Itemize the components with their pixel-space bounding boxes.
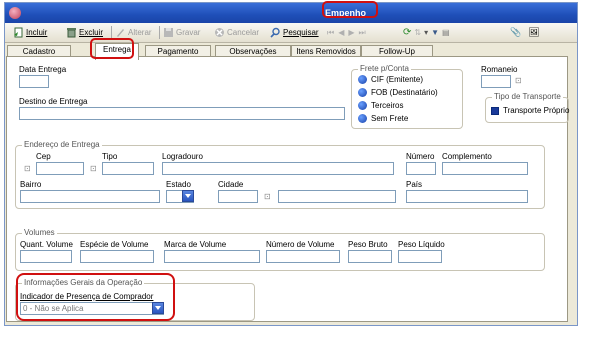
estado-label: Estado bbox=[166, 180, 191, 189]
record-navigation: ⏮ ◀ ▶ ⏭ bbox=[327, 26, 366, 39]
numero-volume-label: Número de Volume bbox=[266, 240, 335, 249]
tipo-input[interactable] bbox=[102, 162, 154, 175]
cancelar-button[interactable]: Cancelar bbox=[214, 26, 259, 39]
search-icon bbox=[270, 27, 280, 38]
endereco-legend: Endereço de Entrega bbox=[22, 140, 102, 149]
next-record-icon[interactable]: ▶ bbox=[348, 28, 354, 37]
paperclip-icon[interactable]: 📎 bbox=[510, 27, 521, 38]
numero-volume-input[interactable] bbox=[266, 250, 340, 263]
peso-bruto-input[interactable] bbox=[348, 250, 392, 263]
previous-record-icon[interactable]: ◀ bbox=[338, 28, 344, 37]
lookup-icon[interactable]: ⊡ bbox=[264, 192, 274, 202]
cidade-label: Cidade bbox=[218, 180, 244, 189]
endereco-group: Endereço de Entrega Cep ⊡ Tipo ⊡ Logrado… bbox=[15, 140, 545, 209]
marca-volume-label: Marca de Volume bbox=[164, 240, 227, 249]
cancel-icon bbox=[215, 28, 224, 37]
last-record-icon[interactable]: ⏭ bbox=[359, 28, 366, 38]
romaneio-input[interactable] bbox=[481, 75, 511, 88]
transporte-group: Tipo de Transporte Transporte Próprio bbox=[485, 92, 569, 123]
destino-label: Destino de Entrega bbox=[19, 97, 88, 106]
checkbox-icon bbox=[491, 106, 499, 115]
peso-bruto-label: Peso Bruto bbox=[348, 240, 388, 249]
pais-label: País bbox=[406, 180, 423, 189]
logradouro-input[interactable] bbox=[162, 162, 394, 175]
tipo-label: Tipo bbox=[102, 152, 118, 161]
volumes-legend: Volumes bbox=[22, 228, 57, 237]
especie-volume-label: Espécie de Volume bbox=[80, 240, 149, 249]
filter-icon[interactable]: ▼ bbox=[431, 28, 439, 37]
gravar-button[interactable]: Gravar bbox=[163, 26, 200, 39]
data-entrega-input[interactable] bbox=[19, 75, 49, 88]
lookup-icon[interactable]: ⊡ bbox=[515, 76, 525, 86]
frete-group: Frete p/Conta CIF (Emitente) FOB (Destin… bbox=[351, 64, 463, 129]
peso-liquido-label: Peso Líquido bbox=[398, 240, 445, 249]
frete-option-fob[interactable]: FOB (Destinatário) bbox=[358, 88, 438, 97]
radio-icon bbox=[358, 114, 367, 123]
logradouro-label: Logradouro bbox=[162, 152, 203, 161]
radio-icon bbox=[358, 88, 367, 97]
especie-volume-input[interactable] bbox=[80, 250, 154, 263]
attachment-tools: 📎 🖼 bbox=[510, 26, 540, 39]
chevron-down-icon[interactable] bbox=[182, 190, 194, 202]
tab-highlight bbox=[90, 38, 134, 59]
volumes-group: Volumes Quant. Volume Espécie de Volume … bbox=[15, 228, 545, 271]
complemento-input[interactable] bbox=[442, 162, 528, 175]
numero-input[interactable] bbox=[406, 162, 436, 175]
cep-input[interactable] bbox=[36, 162, 84, 175]
operacao-highlight bbox=[16, 273, 175, 321]
quant-volume-input[interactable] bbox=[20, 250, 72, 263]
romaneio-label: Romaneio bbox=[481, 65, 518, 74]
cep-label: Cep bbox=[36, 152, 51, 161]
print-icon[interactable]: ▤ bbox=[442, 28, 450, 37]
sort-icon[interactable]: ⇅ bbox=[414, 28, 421, 37]
transporte-legend: Tipo de Transporte bbox=[492, 92, 563, 101]
frete-option-terceiros[interactable]: Terceiros bbox=[358, 101, 403, 110]
image-icon[interactable]: 🖼 bbox=[528, 27, 539, 38]
refresh-icon[interactable]: ⟳ bbox=[403, 27, 411, 38]
frete-legend: Frete p/Conta bbox=[358, 64, 411, 73]
trash-icon bbox=[67, 28, 76, 38]
marca-volume-input[interactable] bbox=[164, 250, 260, 263]
pesquisar-button[interactable]: Pesquisar bbox=[270, 26, 319, 39]
lookup-icon[interactable]: ⊡ bbox=[24, 164, 34, 174]
save-icon bbox=[164, 28, 173, 37]
destino-input[interactable] bbox=[19, 107, 345, 120]
first-record-icon[interactable]: ⏮ bbox=[327, 28, 334, 38]
title-bar: Empenho bbox=[5, 3, 577, 23]
pais-input[interactable] bbox=[406, 190, 528, 203]
frete-option-sem-frete[interactable]: Sem Frete bbox=[358, 114, 408, 123]
app-icon bbox=[9, 7, 21, 19]
bairro-input[interactable] bbox=[20, 190, 160, 203]
peso-liquido-input[interactable] bbox=[398, 250, 442, 263]
lookup-icon[interactable]: ⊡ bbox=[90, 164, 100, 174]
complemento-label: Complemento bbox=[442, 152, 492, 161]
cidade-codigo-input[interactable] bbox=[218, 190, 258, 203]
radio-icon bbox=[358, 75, 367, 84]
data-entrega-label: Data Entrega bbox=[19, 65, 67, 74]
transporte-proprio-checkbox[interactable]: Transporte Próprio bbox=[491, 106, 569, 115]
bairro-label: Bairro bbox=[20, 180, 42, 189]
quant-volume-label: Quant. Volume bbox=[20, 240, 73, 249]
title-highlight bbox=[322, 1, 378, 18]
extra-tools: ⟳ ⇅ ▾ ▼ ▤ bbox=[403, 26, 450, 39]
toolbar-separator bbox=[159, 26, 160, 39]
incluir-button[interactable]: Incluir bbox=[13, 26, 47, 39]
numero-label: Número bbox=[406, 152, 435, 161]
cidade-nome-input[interactable] bbox=[278, 190, 396, 203]
pencil-icon bbox=[117, 29, 124, 37]
frete-option-cif[interactable]: CIF (Emitente) bbox=[358, 75, 423, 84]
new-document-icon bbox=[14, 27, 23, 38]
radio-icon bbox=[358, 101, 367, 110]
dropdown-arrow-icon[interactable]: ▾ bbox=[424, 28, 428, 37]
